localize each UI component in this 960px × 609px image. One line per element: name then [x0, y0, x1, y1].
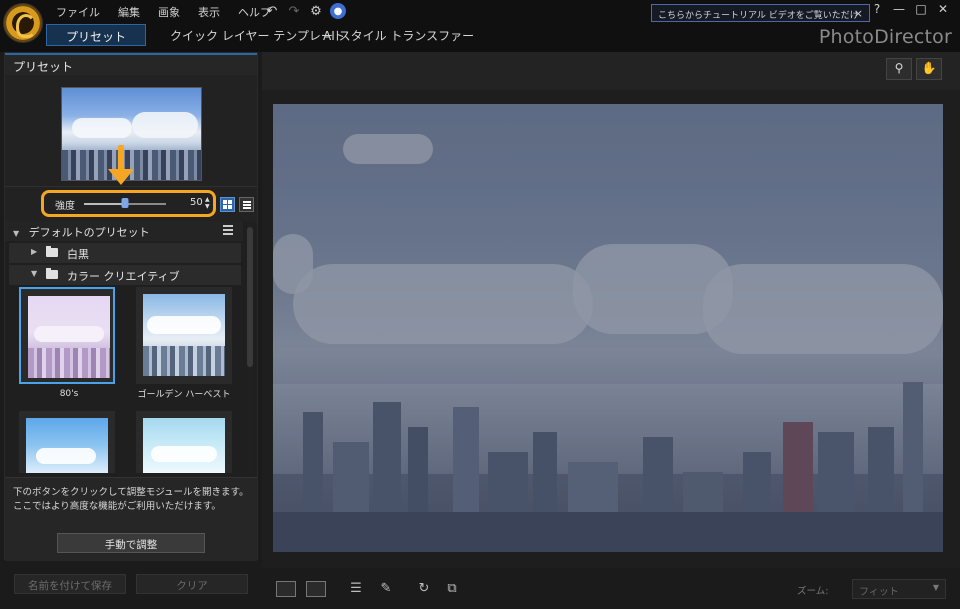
menu-bar: ファイル 編集 画象 表示 ヘルプ: [56, 4, 289, 20]
help-button[interactable]: ?: [866, 2, 888, 16]
panel-footer: 名前を付けて保存 クリア: [4, 570, 258, 598]
menu-edit[interactable]: 編集: [118, 4, 140, 20]
scrollbar-thumb[interactable]: [247, 227, 253, 367]
strength-slider-thumb[interactable]: [121, 198, 129, 208]
collapse-arrow-icon[interactable]: ▼: [31, 269, 37, 278]
preset-tree: ▼ デフォルトのプリセット ▶ 白黒 ▼ カラー クリエイティブ 80's ゴー…: [5, 221, 257, 473]
preset-thumb-image: [143, 418, 225, 473]
preset-scrollbar[interactable]: [247, 221, 253, 473]
folder-icon: [46, 246, 58, 257]
strength-row: 強度 50 ▲ ▼: [5, 187, 257, 221]
preset-thumb-image: [28, 296, 110, 378]
photo-canvas[interactable]: [273, 104, 943, 552]
preset-preview-image: [61, 87, 202, 181]
menu-image[interactable]: 画象: [158, 4, 180, 20]
bottom-toolbar: ☰ ✎ ↻ ⧉ ズーム: フィット ▼: [262, 574, 960, 604]
canvas-toolbar: ⚲ ✋: [262, 52, 960, 90]
preset-thumb-image: [26, 418, 108, 473]
undo-icon[interactable]: ↶: [264, 3, 280, 19]
tutorial-close-button[interactable]: ×: [854, 7, 863, 20]
zoom-value: フィット: [859, 587, 899, 598]
strength-label: 強度: [55, 201, 75, 212]
preset-thumb-4[interactable]: [136, 411, 232, 473]
save-as-button[interactable]: 名前を付けて保存: [14, 574, 126, 594]
toolbar-icons: ↶ ↷ ⚙ ●: [264, 3, 346, 19]
tree-header[interactable]: ▼ デフォルトのプリセット: [5, 221, 243, 241]
preset-thumb-3[interactable]: [19, 411, 115, 473]
panel-title: プリセット: [5, 53, 257, 75]
crop-icon[interactable]: ⧉: [442, 581, 462, 597]
tutorial-banner[interactable]: こちらからチュートリアル ビデオをご覧いただけます。 ×: [651, 4, 870, 34]
menu-view[interactable]: 表示: [198, 4, 220, 20]
tree-title: デフォルトのプリセット: [28, 226, 150, 239]
single-view-icon[interactable]: [276, 581, 296, 597]
preset-name: ゴールデン ハーベスト: [137, 390, 231, 400]
tree-item-color-creative[interactable]: ▼ カラー クリエイティブ: [9, 265, 241, 285]
minimize-button[interactable]: —: [888, 2, 910, 16]
tree-item-monochrome[interactable]: ▶ 白黒: [9, 243, 241, 263]
collapse-arrow-icon[interactable]: ▼: [13, 229, 19, 238]
app-logo-icon[interactable]: [3, 3, 43, 43]
adjust-panel-icon[interactable]: ☰: [346, 581, 366, 597]
rotate-icon[interactable]: ↻: [414, 581, 434, 597]
title-bar: ファイル 編集 画象 表示 ヘルプ ↶ ↷ ⚙ ● こちらからチュートリアル ビ…: [0, 0, 960, 43]
redo-icon[interactable]: ↷: [286, 3, 302, 19]
strength-spinner[interactable]: ▲ ▼: [205, 196, 212, 210]
zoom-tool-icon[interactable]: ⚲: [886, 58, 912, 80]
strength-value: 50: [190, 197, 203, 208]
zoom-select[interactable]: フィット ▼: [852, 579, 946, 599]
maximize-button[interactable]: □: [910, 2, 932, 16]
tab-presets[interactable]: プリセット: [46, 24, 146, 46]
window-controls: ? — □ ✕: [866, 2, 954, 16]
close-button[interactable]: ✕: [932, 2, 954, 16]
preset-panel: プリセット 強度 50 ▲ ▼ ▼ デフォルトのプリセット ▶ 白黒 ▼ カラー…: [4, 52, 258, 561]
tab-ai-style-transfer[interactable]: AI スタイル トランスファー: [323, 24, 474, 46]
menu-file[interactable]: ファイル: [56, 4, 100, 20]
expand-arrow-icon[interactable]: ▶: [31, 247, 37, 256]
preset-preview-area: [5, 75, 257, 187]
grid-view-icon[interactable]: [220, 197, 235, 212]
preset-name: 80's: [59, 389, 79, 399]
list-view-icon[interactable]: [239, 197, 254, 212]
zoom-label: ズーム:: [797, 586, 829, 597]
hand-tool-icon[interactable]: ✋: [916, 58, 942, 80]
notification-icon[interactable]: ●: [330, 3, 346, 19]
preset-thumb-golden-harvest[interactable]: ゴールデン ハーベスト: [136, 287, 232, 400]
strength-slider[interactable]: [84, 198, 166, 208]
annotation-arrow-icon: [108, 145, 134, 185]
info-text: 下のボタンをクリックして調整モジュールを開きます。ここではより高度な機能がご利用…: [13, 487, 249, 512]
chevron-down-icon: ▼: [932, 583, 939, 592]
tree-item-label: 白黒: [67, 248, 89, 261]
options-menu-icon[interactable]: [223, 225, 237, 235]
brand-name: PhotoDirector: [818, 26, 952, 48]
preset-thumb-80s[interactable]: 80's: [19, 287, 115, 399]
mode-tabs: プリセット クイック レイヤー テンプレート AI スタイル トランスファー P…: [0, 22, 960, 52]
clear-button[interactable]: クリア: [136, 574, 248, 594]
manual-adjust-button[interactable]: 手動で調整: [57, 533, 205, 553]
adjust-info-box: 下のボタンをクリックして調整モジュールを開きます。ここではより高度な機能がご利用…: [5, 477, 257, 561]
strength-slider-fill: [84, 203, 125, 205]
canvas-area: [262, 90, 960, 568]
settings-icon[interactable]: ⚙: [308, 3, 324, 19]
brush-icon[interactable]: ✎: [376, 581, 396, 597]
preset-thumb-image: [143, 294, 225, 376]
tab-quick-layer-templates[interactable]: クイック レイヤー テンプレート: [170, 24, 345, 46]
folder-icon: [46, 268, 58, 279]
compare-view-icon[interactable]: [306, 581, 326, 597]
tree-item-label: カラー クリエイティブ: [67, 270, 180, 283]
